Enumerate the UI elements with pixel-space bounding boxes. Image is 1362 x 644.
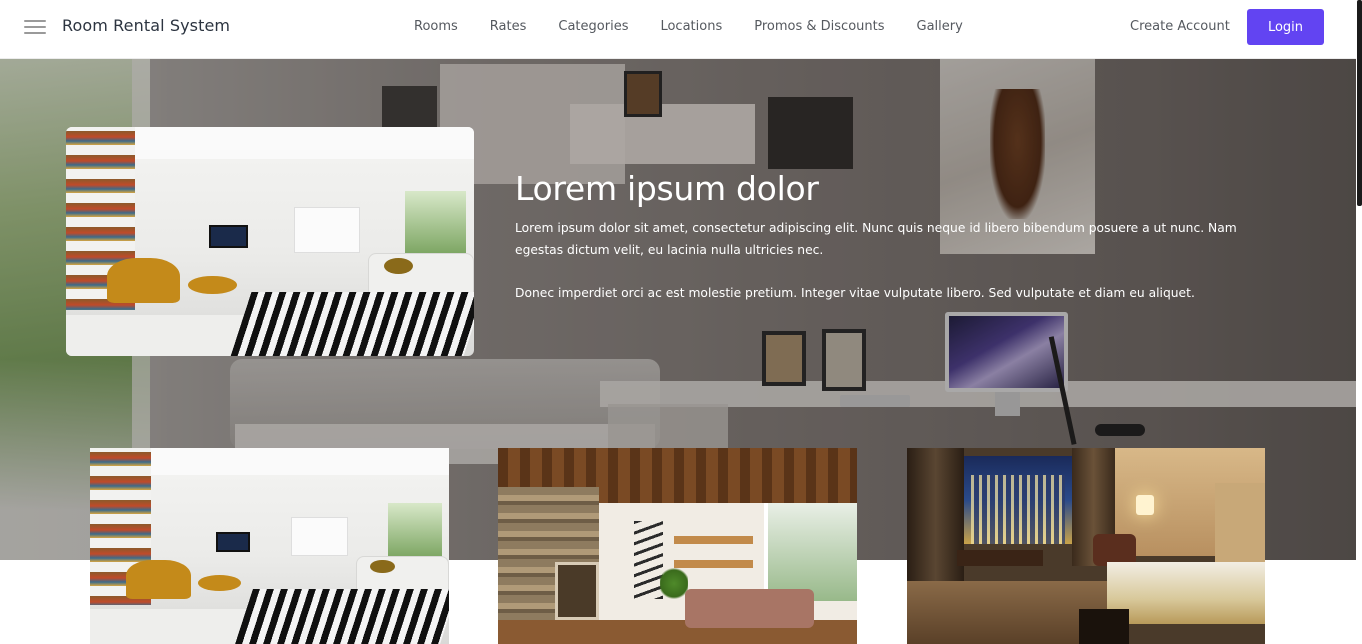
page-scrollbar-thumb[interactable] (1357, 0, 1362, 206)
nav-link-promos-discounts[interactable]: Promos & Discounts (754, 19, 884, 34)
login-button[interactable]: Login (1247, 9, 1324, 45)
hamburger-menu-icon[interactable] (24, 20, 46, 36)
create-account-link[interactable]: Create Account (1130, 19, 1230, 34)
main-nav: Rooms Rates Categories Locations Promos … (414, 19, 995, 34)
room-card-white-living-room[interactable] (90, 448, 449, 644)
hero-text-block: Lorem ipsum dolor Lorem ipsum dolor sit … (515, 169, 1255, 304)
room-card-stone-living-room[interactable] (498, 448, 857, 644)
hero-featured-room-image (66, 127, 474, 356)
nav-link-locations[interactable]: Locations (660, 19, 722, 34)
nav-link-rates[interactable]: Rates (490, 19, 527, 34)
brand-title[interactable]: Room Rental System (62, 16, 230, 35)
room-card-hotel-suite[interactable] (907, 448, 1265, 644)
hero-paragraph-2: Donec imperdiet orci ac est molestie pre… (515, 286, 1195, 300)
nav-link-rooms[interactable]: Rooms (414, 19, 458, 34)
hero-title: Lorem ipsum dolor (515, 169, 819, 208)
hero-paragraph-1: Lorem ipsum dolor sit amet, consectetur … (515, 221, 1237, 257)
nav-link-categories[interactable]: Categories (558, 19, 628, 34)
top-navbar: Room Rental System Rooms Rates Categorie… (0, 0, 1356, 59)
nav-link-gallery[interactable]: Gallery (917, 19, 963, 34)
